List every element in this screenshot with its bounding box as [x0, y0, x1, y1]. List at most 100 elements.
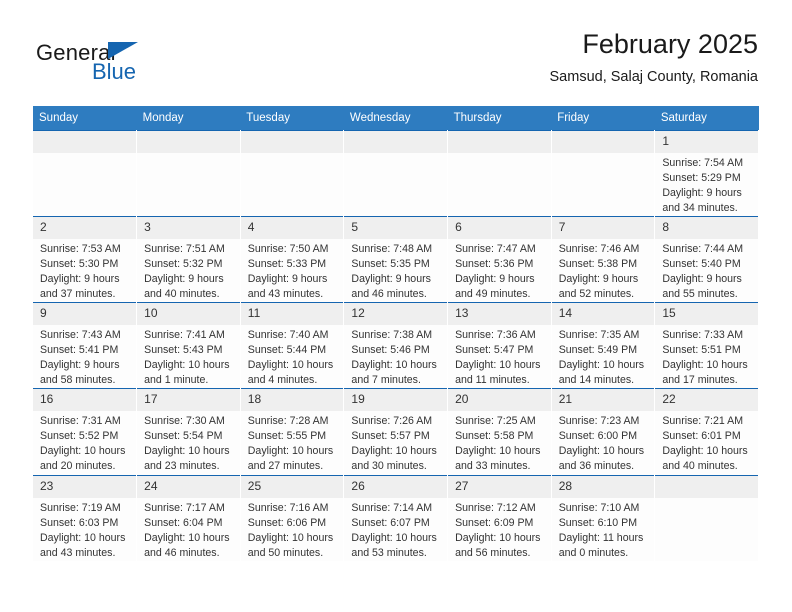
calendar-day-cell: 11 Sunrise: 7:40 AM Sunset: 5:44 PM Dayligh… [240, 302, 345, 389]
sunset-time: Sunset: 5:44 PM [247, 344, 327, 357]
day-details: Sunrise: 7:28 AM Sunset: 5:55 PM Daylight:… [241, 411, 344, 474]
daylight-duration-line2: and 1 minute. [144, 374, 209, 387]
day-details: Sunrise: 7:19 AM Sunset: 6:03 PM Daylight:… [33, 498, 136, 561]
sunset-time: Sunset: 5:58 PM [455, 430, 534, 443]
calendar-day-cell: 23 Sunrise: 7:19 AM Sunset: 6:03 PM Dayligh… [33, 474, 138, 561]
sunset-time: Sunset: 6:09 PM [455, 516, 534, 529]
sunset-time: Sunset: 6:07 PM [351, 516, 430, 529]
day-number: 16 [33, 389, 137, 412]
calendar-day-cell: 27 Sunrise: 7:12 AM Sunset: 6:09 PM Dayligh… [447, 474, 552, 561]
sunset-time: Sunset: 5:54 PM [144, 430, 223, 443]
day-details: Sunrise: 7:35 AM Sunset: 5:49 PM Daylight:… [552, 325, 655, 388]
sunrise-time: Sunrise: 7:17 AM [144, 501, 225, 514]
sunset-time: Sunset: 5:32 PM [144, 258, 223, 271]
day-number: 20 [448, 389, 551, 412]
sunrise-time: Sunrise: 7:16 AM [247, 501, 329, 514]
day-details: Sunrise: 7:41 AM Sunset: 5:43 PM Daylight:… [137, 325, 240, 388]
sunset-time: Sunset: 6:10 PM [558, 516, 638, 529]
day-details: Sunrise: 7:16 AM Sunset: 6:06 PM Daylight:… [241, 498, 344, 561]
weekday-header-wednesday: Wednesday [343, 106, 448, 131]
sunset-time: Sunset: 5:30 PM [40, 258, 119, 271]
day-number [240, 131, 344, 153]
page-subtitle: Samsud, Salaj County, Romania [549, 68, 758, 85]
day-details: Sunrise: 7:54 AM Sunset: 5:29 PM Daylight:… [655, 153, 758, 216]
logo-triangle-icon [108, 42, 138, 59]
calendar-day-cell: 8 Sunrise: 7:44 AM Sunset: 5:40 PM Daylight… [654, 216, 759, 303]
calendar-day-cell: 13 Sunrise: 7:36 AM Sunset: 5:47 PM Dayligh… [447, 302, 552, 389]
daylight-duration-line2: and 43 minutes. [247, 288, 324, 301]
calendar-day-cell-empty [33, 129, 138, 217]
sunset-time: Sunset: 5:57 PM [351, 430, 430, 443]
sunrise-time: Sunrise: 7:40 AM [247, 329, 329, 342]
sunset-time: Sunset: 5:47 PM [455, 344, 534, 357]
weekday-header-saturday: Saturday [654, 106, 759, 131]
day-number: 1 [655, 131, 758, 153]
weekday-header-row: Sunday Monday Tuesday Wednesday Thursday… [33, 106, 759, 131]
calendar-day-cell: 21 Sunrise: 7:23 AM Sunset: 6:00 PM Dayligh… [551, 388, 656, 475]
daylight-duration-line2: and 49 minutes. [455, 288, 531, 301]
day-details: Sunrise: 7:50 AM Sunset: 5:33 PM Daylight:… [241, 239, 344, 302]
daylight-duration-line2: and 55 minutes. [662, 288, 738, 301]
calendar-day-cell: 26 Sunrise: 7:14 AM Sunset: 6:07 PM Dayligh… [343, 474, 449, 561]
day-number: 3 [137, 217, 240, 240]
weekday-header-tuesday: Tuesday [240, 106, 344, 131]
calendar-day-cell: 12 Sunrise: 7:38 AM Sunset: 5:46 PM Dayligh… [343, 302, 449, 389]
sunset-time: Sunset: 5:46 PM [351, 344, 430, 357]
sunset-time: Sunset: 5:52 PM [40, 430, 119, 443]
day-details: Sunrise: 7:21 AM Sunset: 6:01 PM Daylight:… [655, 411, 758, 474]
daylight-duration-line1: Daylight: 10 hours [144, 531, 230, 544]
daylight-duration-line1: Daylight: 9 hours [455, 273, 535, 286]
daylight-duration-line1: Daylight: 10 hours [40, 531, 126, 544]
daylight-duration-line1: Daylight: 11 hours [558, 531, 644, 544]
sunrise-time: Sunrise: 7:26 AM [351, 415, 433, 428]
day-number [448, 131, 551, 153]
calendar-week-row: 1 Sunrise: 7:54 AM Sunset: 5:29 PM Daylight… [33, 129, 759, 217]
day-number: 7 [551, 217, 655, 240]
day-number: 5 [344, 217, 448, 240]
day-number: 21 [551, 389, 655, 412]
calendar-day-cell-empty [551, 129, 656, 217]
calendar-header-row-group: Sunday Monday Tuesday Wednesday Thursday… [33, 106, 759, 131]
calendar-page: General Blue February 2025 Samsud, Salaj… [0, 0, 792, 612]
calendar-day-cell: 4 Sunrise: 7:50 AM Sunset: 5:33 PM Daylight… [240, 216, 345, 303]
sunrise-time: Sunrise: 7:14 AM [351, 501, 433, 514]
daylight-duration-line2: and 40 minutes. [144, 288, 220, 301]
daylight-duration-line2: and 58 minutes. [40, 374, 116, 387]
day-number: 13 [448, 303, 551, 326]
calendar-day-cell: 14 Sunrise: 7:35 AM Sunset: 5:49 PM Dayligh… [551, 302, 656, 389]
general-blue-logo: General Blue [34, 34, 214, 88]
sunrise-time: Sunrise: 7:41 AM [144, 329, 225, 342]
sunset-time: Sunset: 5:40 PM [662, 258, 741, 271]
sunset-time: Sunset: 5:49 PM [558, 344, 638, 357]
day-number: 11 [240, 303, 344, 326]
day-number [137, 131, 240, 153]
daylight-duration-line2: and 46 minutes. [351, 288, 427, 301]
day-number: 2 [33, 217, 137, 240]
calendar-day-cell-empty [654, 474, 759, 561]
daylight-duration-line1: Daylight: 10 hours [351, 531, 437, 544]
daylight-duration-line2: and 20 minutes. [40, 460, 116, 473]
daylight-duration-line1: Daylight: 10 hours [247, 445, 334, 458]
calendar-day-cell: 28 Sunrise: 7:10 AM Sunset: 6:10 PM Dayligh… [551, 474, 656, 561]
daylight-duration-line1: Daylight: 10 hours [662, 359, 748, 372]
daylight-duration-line1: Daylight: 10 hours [662, 445, 748, 458]
sunrise-time: Sunrise: 7:48 AM [351, 243, 433, 256]
daylight-duration-line2: and 46 minutes. [144, 546, 220, 559]
sunrise-time: Sunrise: 7:33 AM [662, 329, 744, 342]
calendar-day-cell: 19 Sunrise: 7:26 AM Sunset: 5:57 PM Dayligh… [343, 388, 449, 475]
sunrise-time: Sunrise: 7:31 AM [40, 415, 121, 428]
daylight-duration-line2: and 53 minutes. [351, 546, 427, 559]
sunrise-time: Sunrise: 7:36 AM [455, 329, 536, 342]
sunrise-time: Sunrise: 7:51 AM [144, 243, 225, 256]
sunset-time: Sunset: 5:33 PM [247, 258, 327, 271]
daylight-duration-line1: Daylight: 9 hours [144, 273, 224, 286]
daylight-duration-line1: Daylight: 10 hours [247, 359, 334, 372]
day-details: Sunrise: 7:33 AM Sunset: 5:51 PM Daylight:… [655, 325, 758, 388]
calendar-day-cell-empty [343, 129, 449, 217]
calendar-day-cell-empty [447, 129, 552, 217]
daylight-duration-line2: and 11 minutes. [455, 374, 530, 387]
sunrise-time: Sunrise: 7:47 AM [455, 243, 536, 256]
calendar-day-cell: 2 Sunrise: 7:53 AM Sunset: 5:30 PM Daylight… [33, 216, 138, 303]
daylight-duration-line1: Daylight: 9 hours [351, 273, 431, 286]
daylight-duration-line1: Daylight: 10 hours [247, 531, 334, 544]
